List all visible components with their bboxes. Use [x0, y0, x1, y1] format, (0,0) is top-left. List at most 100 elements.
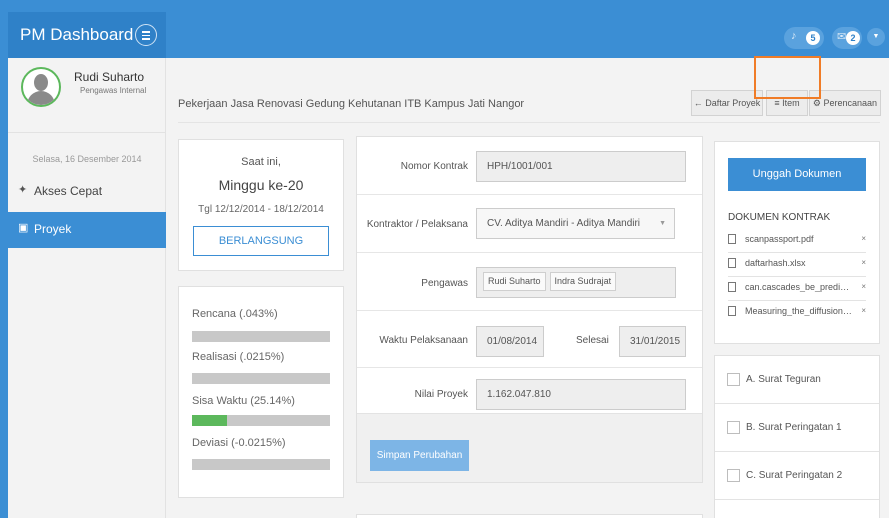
- document-item[interactable]: daftarhash.xlsx ×: [728, 253, 866, 277]
- end-date-field[interactable]: 31/01/2015: [619, 326, 686, 357]
- contractor-select[interactable]: CV. Aditya Mandiri - Aditya Mandiri ▼: [476, 208, 675, 239]
- project-value-label: Nilai Proyek: [414, 389, 468, 400]
- contract-documents-heading: DOKUMEN KONTRAK: [728, 212, 831, 223]
- save-changes-button[interactable]: Simpan Perubahan: [370, 440, 469, 471]
- supervisor-tag[interactable]: Indra Sudrajat: [549, 272, 617, 291]
- top-bar: PM Dashboard ♪ 5 ✉ 2 ▼: [8, 12, 889, 58]
- letter-label: A. Surat Teguran: [746, 374, 821, 385]
- briefcase-icon: ▣: [18, 222, 29, 234]
- end-date-label: Selesai: [576, 335, 609, 346]
- contract-form-card: Nomor Kontrak HPH/1001/001 Kontraktor / …: [356, 136, 703, 483]
- contract-number-label: Nomor Kontrak: [400, 161, 468, 172]
- supervisor-tag[interactable]: Rudi Suharto: [483, 272, 546, 291]
- remove-document-icon[interactable]: ×: [861, 282, 866, 291]
- letter-row-peringatan-2[interactable]: C. Surat Peringatan 2: [715, 452, 879, 500]
- document-name[interactable]: daftarhash.xlsx: [745, 258, 853, 268]
- sidebar-item-label: Proyek: [34, 222, 72, 236]
- gear-icon: ⚙: [812, 98, 821, 108]
- actual-progress-bar: [192, 373, 330, 384]
- user-menu-caret-icon[interactable]: ▼: [867, 28, 885, 46]
- user-name: Rudi Suharto: [74, 70, 145, 84]
- highlight-box: [754, 56, 821, 99]
- remove-document-icon[interactable]: ×: [861, 234, 866, 243]
- letter-row-peringatan-1[interactable]: B. Surat Peringatan 1: [715, 404, 879, 452]
- window-frame: PM Dashboard ♪ 5 ✉ 2 ▼ Rudi Suharto Peng…: [0, 0, 889, 518]
- remaining-time-fill: [192, 415, 227, 426]
- remove-document-icon[interactable]: ×: [861, 306, 866, 315]
- status-now-label: Saat ini,: [241, 156, 281, 168]
- start-date-field[interactable]: 01/08/2014: [476, 326, 544, 357]
- project-list-label: Daftar Proyek: [705, 98, 761, 108]
- file-icon: [728, 282, 736, 292]
- documents-card: Unggah Dokumen DOKUMEN KONTRAK scanpassp…: [714, 141, 880, 344]
- brand-area: PM Dashboard: [8, 12, 166, 58]
- document-name[interactable]: can.cascades_be_predicte...: [745, 282, 853, 292]
- app-title: PM Dashboard: [20, 25, 134, 44]
- next-card-edge: [356, 514, 703, 518]
- deviation-label: Deviasi (-0.0215%): [192, 437, 286, 449]
- contractor-select-value: CV. Aditya Mandiri - Aditya Mandiri: [487, 218, 641, 229]
- sidebar-item-proyek[interactable]: ▣ Proyek: [8, 212, 166, 248]
- chevron-down-icon: ▼: [659, 220, 666, 227]
- envelope-icon: ✉: [837, 31, 847, 43]
- sidebar-divider: [8, 132, 166, 133]
- supervisor-tags-field[interactable]: Rudi Suharto Indra Sudrajat: [476, 267, 676, 298]
- form-row-period: Waktu Pelaksanaan 01/08/2014 Selesai 31/…: [357, 311, 702, 368]
- supervisor-label: Pengawas: [421, 278, 468, 289]
- progress-card: Rencana (.043%) Realisasi (.0215%) Sisa …: [178, 286, 344, 498]
- item-label: Item: [782, 98, 800, 108]
- sidebar-item-akses-cepat[interactable]: ✦ Akses Cepat: [8, 174, 166, 210]
- list-icon: ≡: [774, 98, 780, 108]
- form-row-supervisor: Pengawas Rudi Suharto Indra Sudrajat: [357, 253, 702, 311]
- status-card: Saat ini, Minggu ke-20 Tgl 12/12/2014 - …: [178, 139, 344, 271]
- status-date-range: Tgl 12/12/2014 - 18/12/2014: [198, 204, 324, 215]
- file-icon: [728, 234, 736, 244]
- letter-row-teguran[interactable]: A. Surat Teguran: [715, 356, 879, 404]
- header-divider: [178, 122, 880, 123]
- letter-label: C. Surat Peringatan 2: [746, 470, 843, 481]
- avatar[interactable]: [21, 67, 61, 107]
- notifications-button[interactable]: ♪ 5: [784, 27, 824, 49]
- form-row-contractor: Kontraktor / Pelaksana CV. Aditya Mandir…: [357, 195, 702, 253]
- letter-checkbox[interactable]: [727, 373, 740, 386]
- project-list-button[interactable]: ← Daftar Proyek: [691, 90, 763, 116]
- menu-toggle-button[interactable]: [135, 24, 157, 46]
- avatar-body: [27, 91, 55, 105]
- contract-number-field[interactable]: HPH/1001/001: [476, 151, 686, 182]
- status-badge[interactable]: BERLANGSUNG: [193, 226, 329, 256]
- file-icon: [728, 306, 736, 316]
- document-name[interactable]: Measuring_the_diffusion_of...: [745, 306, 853, 316]
- period-label: Waktu Pelaksanaan: [379, 335, 468, 346]
- actual-progress-label: Realisasi (.0215%): [192, 351, 285, 363]
- hamburger-icon-line: [142, 34, 150, 36]
- plan-progress-bar: [192, 331, 330, 342]
- form-row-contract: Nomor Kontrak HPH/1001/001: [357, 137, 702, 195]
- message-count-badge: 2: [846, 31, 860, 45]
- document-item[interactable]: can.cascades_be_predicte... ×: [728, 277, 866, 301]
- contractor-label: Kontraktor / Pelaksana: [366, 219, 468, 230]
- avatar-head: [34, 74, 48, 91]
- sidebar: Rudi Suharto Pengawas Internal Selasa, 1…: [8, 58, 166, 518]
- upload-document-button[interactable]: Unggah Dokumen: [728, 158, 866, 191]
- messages-button[interactable]: ✉ 2: [832, 27, 862, 49]
- hamburger-icon-line: [142, 38, 150, 40]
- hamburger-icon: [142, 31, 150, 33]
- sidebar-item-label: Akses Cepat: [34, 184, 103, 198]
- remove-document-icon[interactable]: ×: [861, 258, 866, 267]
- current-date: Selasa, 16 Desember 2014: [32, 154, 142, 164]
- planning-label: Perencanaan: [823, 98, 878, 108]
- arrow-left-icon: ←: [693, 98, 703, 108]
- bell-icon: ♪: [791, 30, 797, 42]
- document-item[interactable]: Measuring_the_diffusion_of... ×: [728, 301, 866, 325]
- project-value-field[interactable]: 1.162.047.810: [476, 379, 686, 410]
- document-name[interactable]: scanpassport.pdf: [745, 234, 853, 244]
- document-item[interactable]: scanpassport.pdf ×: [728, 229, 866, 253]
- remaining-time-label: Sisa Waktu (25.14%): [192, 395, 295, 407]
- file-icon: [728, 258, 736, 268]
- letter-checkbox[interactable]: [727, 421, 740, 434]
- status-week: Minggu ke-20: [218, 177, 304, 193]
- page-title: Pekerjaan Jasa Renovasi Gedung Kehutanan…: [178, 98, 525, 110]
- letter-checkbox[interactable]: [727, 469, 740, 482]
- deviation-bar: [192, 459, 330, 470]
- magic-wand-icon: ✦: [18, 184, 28, 196]
